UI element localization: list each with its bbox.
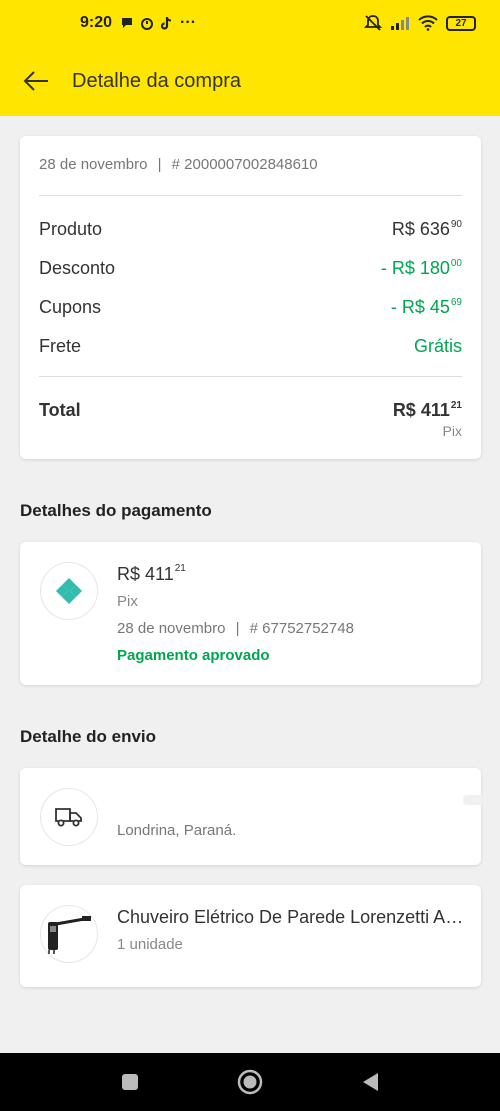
meta-separator: | [235, 620, 240, 637]
app-bar: Detalhe da compra [0, 46, 500, 116]
muted-bell-icon [364, 15, 382, 31]
truck-icon [55, 808, 82, 827]
product-quantity: 1 unidade [117, 936, 183, 953]
shipping-card[interactable]: Londrina, Paraná. [20, 768, 485, 865]
battery-icon: 27 [446, 15, 476, 31]
payment-date: 28 de novembro [117, 620, 226, 637]
page-title: Detalhe da compra [72, 69, 241, 92]
truck-icon-wrapper [40, 788, 98, 846]
nav-home-icon [237, 1069, 263, 1095]
row-value: - R$ 180 [380, 258, 450, 278]
divider [39, 195, 462, 196]
back-button[interactable] [0, 46, 72, 116]
shipping-city: Londrina, Paraná. [117, 822, 237, 839]
divider [39, 376, 462, 377]
summary-row-discount: Desconto - R$ 180 00 [39, 258, 462, 279]
system-nav-bar [0, 1053, 500, 1111]
row-value: - R$ 45 [390, 297, 450, 317]
summary-row-coupons: Cupons - R$ 45 69 [39, 297, 462, 318]
shipping-section-title: Detalhe do envio [20, 727, 157, 746]
recents-button[interactable] [115, 1067, 145, 1097]
row-cents: 69 [450, 297, 462, 308]
timer-notification-icon [141, 18, 154, 30]
row-value: Grátis [413, 336, 462, 356]
row-label: Cupons [39, 297, 102, 317]
payment-method: Pix [117, 593, 138, 610]
pix-icon [56, 578, 82, 604]
payment-transaction: # 67752752748 [249, 620, 354, 637]
shower-product-image [48, 916, 91, 954]
order-number: # 2000007002848610 [171, 156, 318, 173]
nav-back-icon [363, 1073, 378, 1091]
row-value: R$ 636 [391, 219, 450, 239]
more-notifications-icon: ··· [180, 14, 197, 31]
summary-row-product: Produto R$ 636 90 [39, 219, 462, 240]
meta-separator: | [157, 156, 162, 173]
row-cents: 00 [450, 258, 462, 269]
total-label: Total [39, 400, 81, 420]
tiktok-notification-icon [160, 16, 172, 30]
summary-row-total: Total R$ 411 21 [39, 400, 462, 421]
nav-square-icon [122, 1074, 138, 1090]
wifi-icon [418, 15, 438, 31]
total-payment-method: Pix [442, 423, 462, 439]
status-time: 9:20 [80, 14, 113, 31]
total-value: R$ 411 [392, 400, 450, 420]
product-title: Chuveiro Elétrico De Parede Lorenzetti A… [117, 907, 467, 927]
pix-icon-wrapper [40, 562, 98, 620]
back-arrow-icon [23, 71, 48, 91]
system-back-button[interactable] [355, 1067, 385, 1097]
total-cents: 21 [450, 400, 462, 411]
card-edge-handle [463, 795, 485, 805]
row-label: Frete [39, 336, 82, 356]
purchase-summary-card: 28 de novembro | # 2000007002848610 Prod… [20, 136, 481, 459]
row-label: Produto [39, 219, 103, 239]
order-meta: 28 de novembro | # 2000007002848610 [39, 156, 318, 173]
payment-section-title: Detalhes do pagamento [20, 501, 212, 520]
order-date: 28 de novembro [39, 156, 148, 173]
row-cents: 90 [450, 219, 462, 230]
home-button[interactable] [235, 1067, 265, 1097]
signal-icon [391, 17, 409, 30]
status-bar: 9:20 ··· 27 [0, 0, 500, 46]
product-card[interactable]: Chuveiro Elétrico De Parede Lorenzetti A… [20, 885, 481, 987]
summary-row-shipping: Frete Grátis [39, 336, 462, 357]
payment-status: Pagamento aprovado [117, 647, 270, 664]
row-label: Desconto [39, 258, 116, 278]
payment-card[interactable]: R$ 411 21 Pix 28 de novembro | # 67752752… [20, 542, 481, 685]
payment-meta: 28 de novembro | # 67752752748 [117, 620, 354, 637]
chat-notification-icon [122, 18, 133, 28]
payment-amount: R$ 411 [117, 564, 174, 584]
payment-cents: 21 [174, 563, 186, 574]
product-thumbnail [40, 905, 98, 963]
